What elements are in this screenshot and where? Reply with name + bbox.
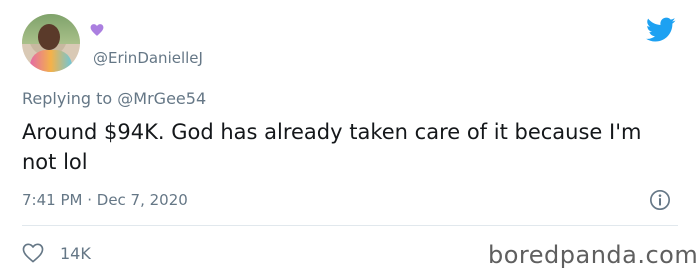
watermark: boredpanda.com <box>488 241 699 269</box>
tweet-timestamp[interactable]: 7:41 PM · Dec 7, 2020 <box>22 191 188 209</box>
avatar[interactable] <box>22 14 80 72</box>
replying-to-handle[interactable]: @MrGee54 <box>117 89 206 108</box>
tweet-text: Around $94K. God has already taken care … <box>22 120 642 174</box>
author-handle[interactable]: @ErinDanielleJ <box>93 49 203 67</box>
timestamp-separator: · <box>82 191 97 209</box>
purple-heart-icon <box>90 24 104 36</box>
info-icon[interactable] <box>649 189 671 211</box>
twitter-bird-icon <box>646 17 676 42</box>
like-count: 14K <box>60 244 91 263</box>
tweet-time: 7:41 PM <box>22 191 83 209</box>
replying-to-line: Replying to @MrGee54 <box>22 89 206 108</box>
heart-outline-icon[interactable] <box>22 243 44 263</box>
divider <box>22 225 678 226</box>
replying-prefix: Replying to <box>22 89 113 108</box>
tweet-date: Dec 7, 2020 <box>96 191 188 209</box>
